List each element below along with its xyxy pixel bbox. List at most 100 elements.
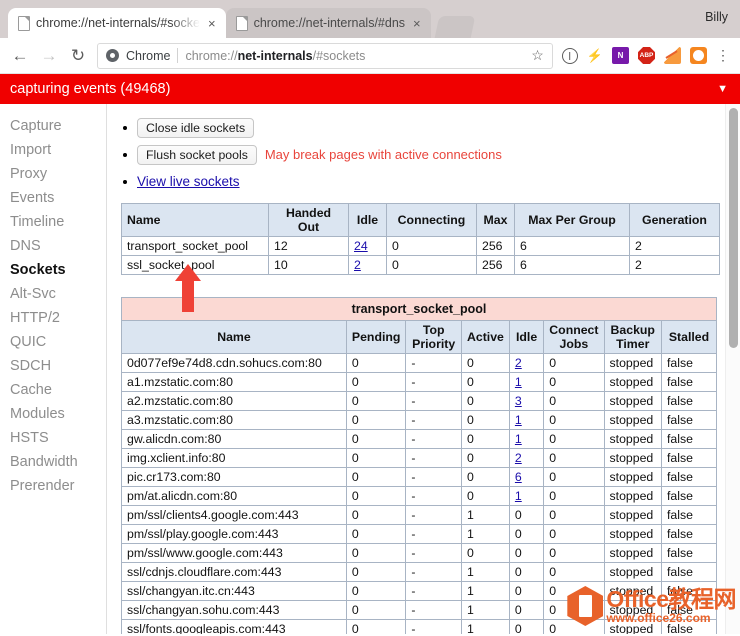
idle-count-link[interactable]: 6 [515, 470, 522, 484]
cell-idle: 24 [348, 236, 387, 256]
cell-pending: 0 [345, 619, 407, 634]
cell-stalled: false [660, 524, 718, 544]
capturing-events-banner[interactable]: capturing events (49468) ▼ [0, 74, 740, 104]
cell-pending: 0 [345, 562, 407, 582]
cell-connect-jobs: 0 [543, 429, 605, 449]
cell-backup-timer: stopped [603, 619, 662, 634]
cell-connect-jobs: 0 [543, 353, 605, 373]
cell-group-name: img.xclient.info:80 [121, 448, 347, 468]
scrollbar-thumb[interactable] [729, 108, 738, 348]
profile-name[interactable]: Billy [705, 10, 728, 24]
idle-count-link[interactable]: 3 [515, 394, 522, 408]
scheme-label: Chrome [126, 48, 171, 63]
idle-count-link[interactable]: 24 [354, 239, 368, 253]
sidebar-item-bandwidth[interactable]: Bandwidth [0, 450, 106, 474]
table-row: pm/ssl/www.google.com:443 0-0 0 0 stopped fal… [121, 543, 718, 563]
menu-icon[interactable]: ⋮ [716, 48, 730, 62]
col-idle: Idle [348, 203, 387, 237]
tab-dns[interactable]: chrome://net-internals/#dns × [225, 8, 431, 38]
cell-generation: 2 [629, 236, 720, 256]
list-item: Flush socket pools May break pages with … [123, 144, 740, 165]
idle-count-link[interactable]: 2 [515, 356, 522, 370]
tab-sockets[interactable]: chrome://net-internals/#socke × [8, 8, 226, 38]
cell-max: 256 [476, 236, 515, 256]
socket-actions-list: Close idle sockets Flush socket pools Ma… [123, 117, 740, 191]
cell-active: 0 [460, 543, 510, 563]
idle-count-link[interactable]: 2 [515, 451, 522, 465]
sidebar-item-import[interactable]: Import [0, 138, 106, 162]
cell-top-priority: - [405, 486, 462, 506]
cell-backup-timer: stopped [603, 372, 662, 392]
cell-group-name: a2.mzstatic.com:80 [121, 391, 347, 411]
sidebar-item-quic[interactable]: QUIC [0, 330, 106, 354]
sidebar: Capture Import Proxy Events Timeline DNS Socke… [0, 104, 107, 634]
onenote-extension-icon[interactable]: N [612, 47, 629, 64]
idle-count-link[interactable]: 1 [515, 489, 522, 503]
info-icon[interactable] [561, 47, 578, 64]
idle-count-link[interactable]: 1 [515, 413, 522, 427]
sidebar-item-proxy[interactable]: Proxy [0, 162, 106, 186]
reload-icon[interactable]: ↻ [68, 47, 88, 64]
pool-caption: transport_socket_pool [121, 297, 717, 320]
idle-count-link[interactable]: 1 [515, 432, 522, 446]
close-icon[interactable]: × [411, 17, 423, 30]
new-tab-button[interactable] [434, 16, 475, 38]
cell-handed-out: 12 [268, 236, 349, 256]
sidebar-item-sdch[interactable]: SDCH [0, 354, 106, 378]
cell-top-priority: - [405, 619, 462, 634]
sidebar-item-prerender[interactable]: Prerender [0, 474, 106, 498]
cell-backup-timer: stopped [603, 486, 662, 506]
cell-connect-jobs: 0 [543, 524, 605, 544]
page-body: Capture Import Proxy Events Timeline DNS Socke… [0, 104, 740, 634]
sidebar-item-events[interactable]: Events [0, 186, 106, 210]
cell-idle: 0 [508, 543, 545, 563]
idle-count-link[interactable]: 1 [515, 375, 522, 389]
sidebar-item-timeline[interactable]: Timeline [0, 210, 106, 234]
adblock-plus-extension-icon[interactable]: ABP [638, 47, 655, 64]
vertical-scrollbar[interactable] [725, 104, 740, 634]
sidebar-item-hsts[interactable]: HSTS [0, 426, 106, 450]
cell-top-priority: - [405, 391, 462, 411]
cell-group-name: ssl/cdnjs.cloudflare.com:443 [121, 562, 347, 582]
cell-top-priority: - [405, 372, 462, 392]
cell-active: 0 [460, 467, 510, 487]
cell-idle: 0 [508, 581, 545, 601]
sidebar-item-dns[interactable]: DNS [0, 234, 106, 258]
smiley-extension-icon[interactable] [690, 47, 707, 64]
back-icon[interactable]: ← [10, 47, 30, 64]
cell-group-name: ssl/fonts.googleapis.com:443 [121, 619, 347, 634]
view-live-sockets-link[interactable]: View live sockets [137, 174, 240, 189]
idle-count-link[interactable]: 2 [354, 258, 361, 272]
cell-group-name: a1.mzstatic.com:80 [121, 372, 347, 392]
address-bar[interactable]: Chrome chrome://net-internals/#sockets ☆ [97, 42, 553, 69]
sidebar-item-cache[interactable]: Cache [0, 378, 106, 402]
close-idle-sockets-button[interactable]: Close idle sockets [137, 117, 255, 138]
sidebar-item-alt-svc[interactable]: Alt-Svc [0, 282, 106, 306]
close-icon[interactable]: × [206, 17, 218, 30]
bookmark-star-icon[interactable]: ☆ [531, 47, 544, 64]
cell-idle: 2 [348, 255, 387, 275]
chevron-down-icon[interactable]: ▼ [717, 83, 728, 95]
flush-socket-pools-button[interactable]: Flush socket pools [137, 144, 257, 165]
table-row: 0d077ef9e74d8.cdn.sohucs.com:80 0-0 2 0 stop… [121, 353, 718, 373]
sidebar-item-modules[interactable]: Modules [0, 402, 106, 426]
table-row: img.xclient.info:80 0-0 2 0 stopped false [121, 448, 718, 468]
col-name: Name [121, 203, 269, 237]
sidebar-item-http-2[interactable]: HTTP/2 [0, 306, 106, 330]
col-max-per-group: Max Per Group [514, 203, 630, 237]
cell-active: 1 [460, 505, 510, 525]
cell-connect-jobs: 0 [543, 410, 605, 430]
cell-idle: 6 [508, 467, 545, 487]
cell-connect-jobs: 0 [543, 505, 605, 525]
cell-group-name: ssl/changyan.sohu.com:443 [121, 600, 347, 620]
cell-pool-name: transport_socket_pool [121, 236, 269, 256]
forward-icon[interactable]: → [39, 47, 59, 64]
page-icon [235, 15, 248, 31]
cell-backup-timer: stopped [603, 581, 662, 601]
sidebar-item-sockets[interactable]: Sockets [0, 258, 106, 282]
chart-extension-icon[interactable] [664, 47, 681, 64]
sidebar-item-capture[interactable]: Capture [0, 114, 106, 138]
cell-pending: 0 [345, 391, 407, 411]
cell-max: 256 [476, 255, 515, 275]
cell-stalled: false [660, 429, 718, 449]
